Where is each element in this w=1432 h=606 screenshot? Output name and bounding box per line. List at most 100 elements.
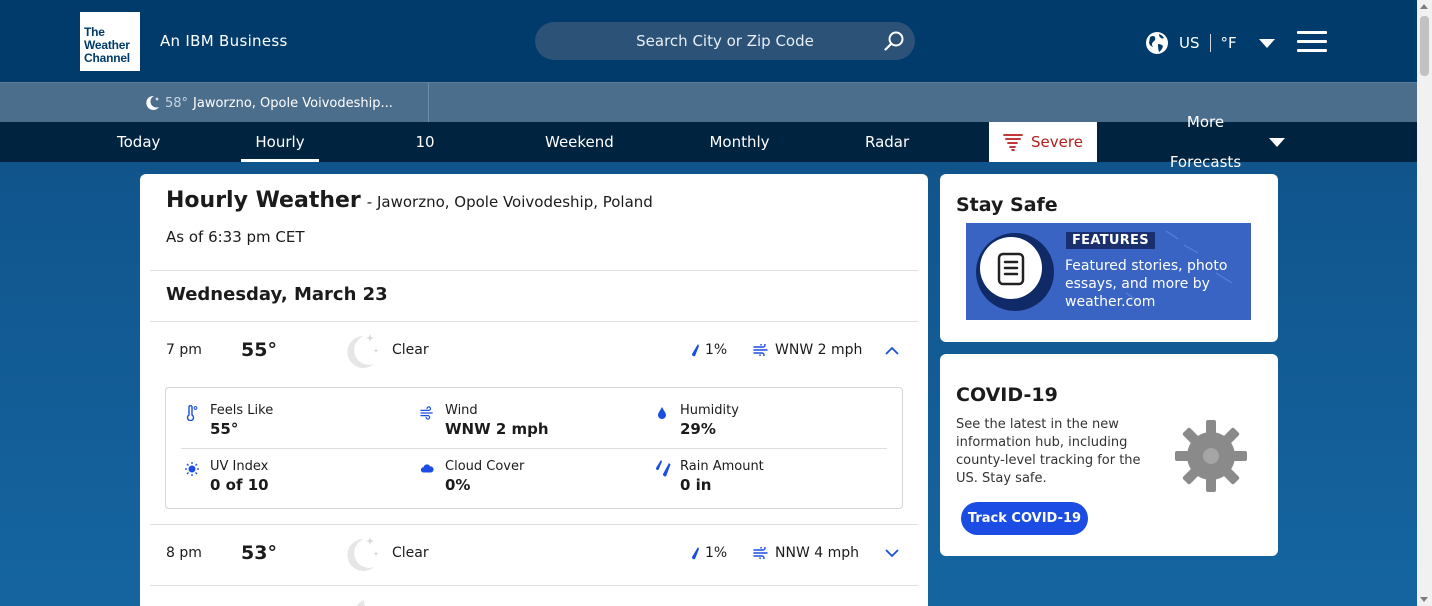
card-title: COVID-19 xyxy=(956,384,1058,406)
card-title: Stay Safe xyxy=(956,194,1058,216)
detail-wind: Wind WNW 2 mph xyxy=(420,403,640,443)
features-text: Featured stories, photo essays, and more… xyxy=(1065,258,1228,310)
detail-value: 0% xyxy=(445,476,471,494)
recent-location-item[interactable]: 58° Jaworzno, Opole Voivodeship... xyxy=(143,92,393,114)
logo-line: Channel xyxy=(84,51,130,65)
detail-label: Humidity xyxy=(680,403,739,418)
hour-details-panel: Feels Like 55° Wind WNW 2 mph Humidity 2… xyxy=(165,387,903,509)
detail-value: 29% xyxy=(680,420,716,438)
locale-selector[interactable]: US °F xyxy=(1145,30,1275,56)
search-icon[interactable] xyxy=(883,30,905,52)
features-badge: FEATURES xyxy=(1066,232,1155,249)
moon-icon xyxy=(356,600,366,606)
recent-location-temp: 58° xyxy=(165,95,189,111)
track-covid-button[interactable]: Track COVID-19 xyxy=(961,502,1088,535)
hourly-row[interactable]: 8 pm 53° Clear 1% NNW 4 mph xyxy=(150,525,918,585)
tab-hourly[interactable]: Hourly xyxy=(241,122,319,162)
detail-label: Wind xyxy=(445,403,478,418)
divider xyxy=(181,448,887,449)
chevron-down-icon xyxy=(1258,38,1275,48)
page-title: Hourly Weather - Jaworzno, Opole Voivodes… xyxy=(166,188,653,213)
detail-value: 55° xyxy=(210,420,239,438)
hamburger-icon-bar xyxy=(1297,40,1327,43)
tab-10-day[interactable]: 10 Day xyxy=(400,122,450,191)
more-forecasts-label: More Forecasts xyxy=(1169,113,1242,171)
wind-icon xyxy=(753,344,768,356)
page-scrollbar[interactable] xyxy=(1417,0,1432,606)
wind-icon xyxy=(753,547,768,559)
raindrop-icon xyxy=(691,547,699,560)
wind-icon xyxy=(420,406,433,420)
hourly-forecast-card: Hourly Weather - Jaworzno, Opole Voivodes… xyxy=(140,174,928,606)
moon-icon xyxy=(347,334,379,368)
tab-monthly[interactable]: Monthly xyxy=(709,122,770,162)
site-header: The Weather Channel An IBM Business Sear… xyxy=(0,0,1417,82)
detail-label: Cloud Cover xyxy=(445,459,525,474)
tornado-icon xyxy=(1003,134,1023,151)
tab-severe[interactable]: Severe xyxy=(989,122,1097,162)
detail-label: Rain Amount xyxy=(680,459,764,474)
hour-temp: 55° xyxy=(241,339,277,361)
scroll-up-icon[interactable] xyxy=(1420,4,1428,9)
virus-icon xyxy=(1175,420,1247,492)
hamburger-icon-bar xyxy=(1297,49,1327,52)
detail-value: 0 of 10 xyxy=(210,476,269,494)
features-banner[interactable]: FEATURES Featured stories, photo essays,… xyxy=(966,223,1251,320)
forecast-nav: Today Hourly 10 Day Weekend Monthly Rada… xyxy=(0,113,1417,191)
covid-description: See the latest in the new information hu… xyxy=(956,417,1141,486)
hour-precip-value: 1% xyxy=(705,342,728,358)
more-forecasts-menu[interactable]: More Forecasts xyxy=(1150,113,1285,171)
scrollbar-thumb[interactable] xyxy=(1420,16,1429,76)
raindrop-icon xyxy=(691,344,699,357)
moon-icon xyxy=(347,537,379,571)
hour-wind: WNW 2 mph xyxy=(753,342,862,358)
tab-weekend[interactable]: Weekend xyxy=(545,122,614,162)
cloud-icon xyxy=(420,464,434,473)
detail-label: UV Index xyxy=(210,459,269,474)
tab-severe-label: Severe xyxy=(1031,133,1083,151)
thermometer-icon xyxy=(186,405,198,421)
hour-wind-value: NNW 4 mph xyxy=(775,545,859,561)
stay-safe-card: Stay Safe FEATURES Featured stories, pho… xyxy=(940,174,1278,342)
country-label: US xyxy=(1179,34,1200,52)
detail-uv-index: UV Index 0 of 10 xyxy=(185,459,405,499)
hourly-row[interactable]: 7 pm 55° Clear 1% WNW 2 mph xyxy=(150,322,918,382)
page-location: - Jaworzno, Opole Voivodeship, Poland xyxy=(366,193,653,211)
sun-icon xyxy=(185,462,199,476)
detail-humidity: Humidity 29% xyxy=(655,403,875,443)
hour-wind-value: WNW 2 mph xyxy=(775,342,863,358)
chevron-up-icon[interactable] xyxy=(884,344,900,356)
weather-channel-logo[interactable]: The Weather Channel xyxy=(80,12,140,71)
timestamp: As of 6:33 pm CET xyxy=(166,228,305,246)
scroll-down-icon[interactable] xyxy=(1420,597,1428,602)
hour-condition: Clear xyxy=(392,545,429,561)
detail-value: WNW 2 mph xyxy=(445,420,549,438)
covid-card: COVID-19 See the latest in the new infor… xyxy=(940,354,1278,556)
hour-precip-value: 1% xyxy=(705,545,728,561)
tab-today[interactable]: Today xyxy=(117,122,160,162)
day-heading: Wednesday, March 23 xyxy=(166,284,388,305)
detail-cloud-cover: Cloud Cover 0% xyxy=(420,459,640,499)
page-title-text: Hourly Weather xyxy=(166,188,361,213)
moon-icon xyxy=(146,95,159,110)
hour-precip: 1% xyxy=(689,545,727,561)
menu-button[interactable] xyxy=(1297,31,1327,53)
rain-icon xyxy=(655,460,671,477)
hour-time: 8 pm xyxy=(166,545,202,561)
search-input[interactable]: Search City or Zip Code xyxy=(535,22,915,60)
detail-feels-like: Feels Like 55° xyxy=(185,403,405,443)
globe-icon xyxy=(1146,32,1168,54)
tagline: An IBM Business xyxy=(160,32,288,50)
search-placeholder: Search City or Zip Code xyxy=(636,32,814,50)
unit-label: °F xyxy=(1220,34,1237,52)
chevron-down-icon[interactable] xyxy=(884,547,900,559)
tab-radar[interactable]: Radar xyxy=(865,122,909,162)
divider xyxy=(1209,34,1211,52)
hour-precip: 1% xyxy=(689,342,727,358)
divider xyxy=(428,83,429,123)
detail-value: 0 in xyxy=(680,476,712,494)
recent-location-name: Jaworzno, Opole Voivodeship... xyxy=(193,95,393,111)
hour-time: 7 pm xyxy=(166,342,202,358)
chevron-down-icon xyxy=(1269,137,1285,147)
humidity-icon xyxy=(658,407,666,419)
